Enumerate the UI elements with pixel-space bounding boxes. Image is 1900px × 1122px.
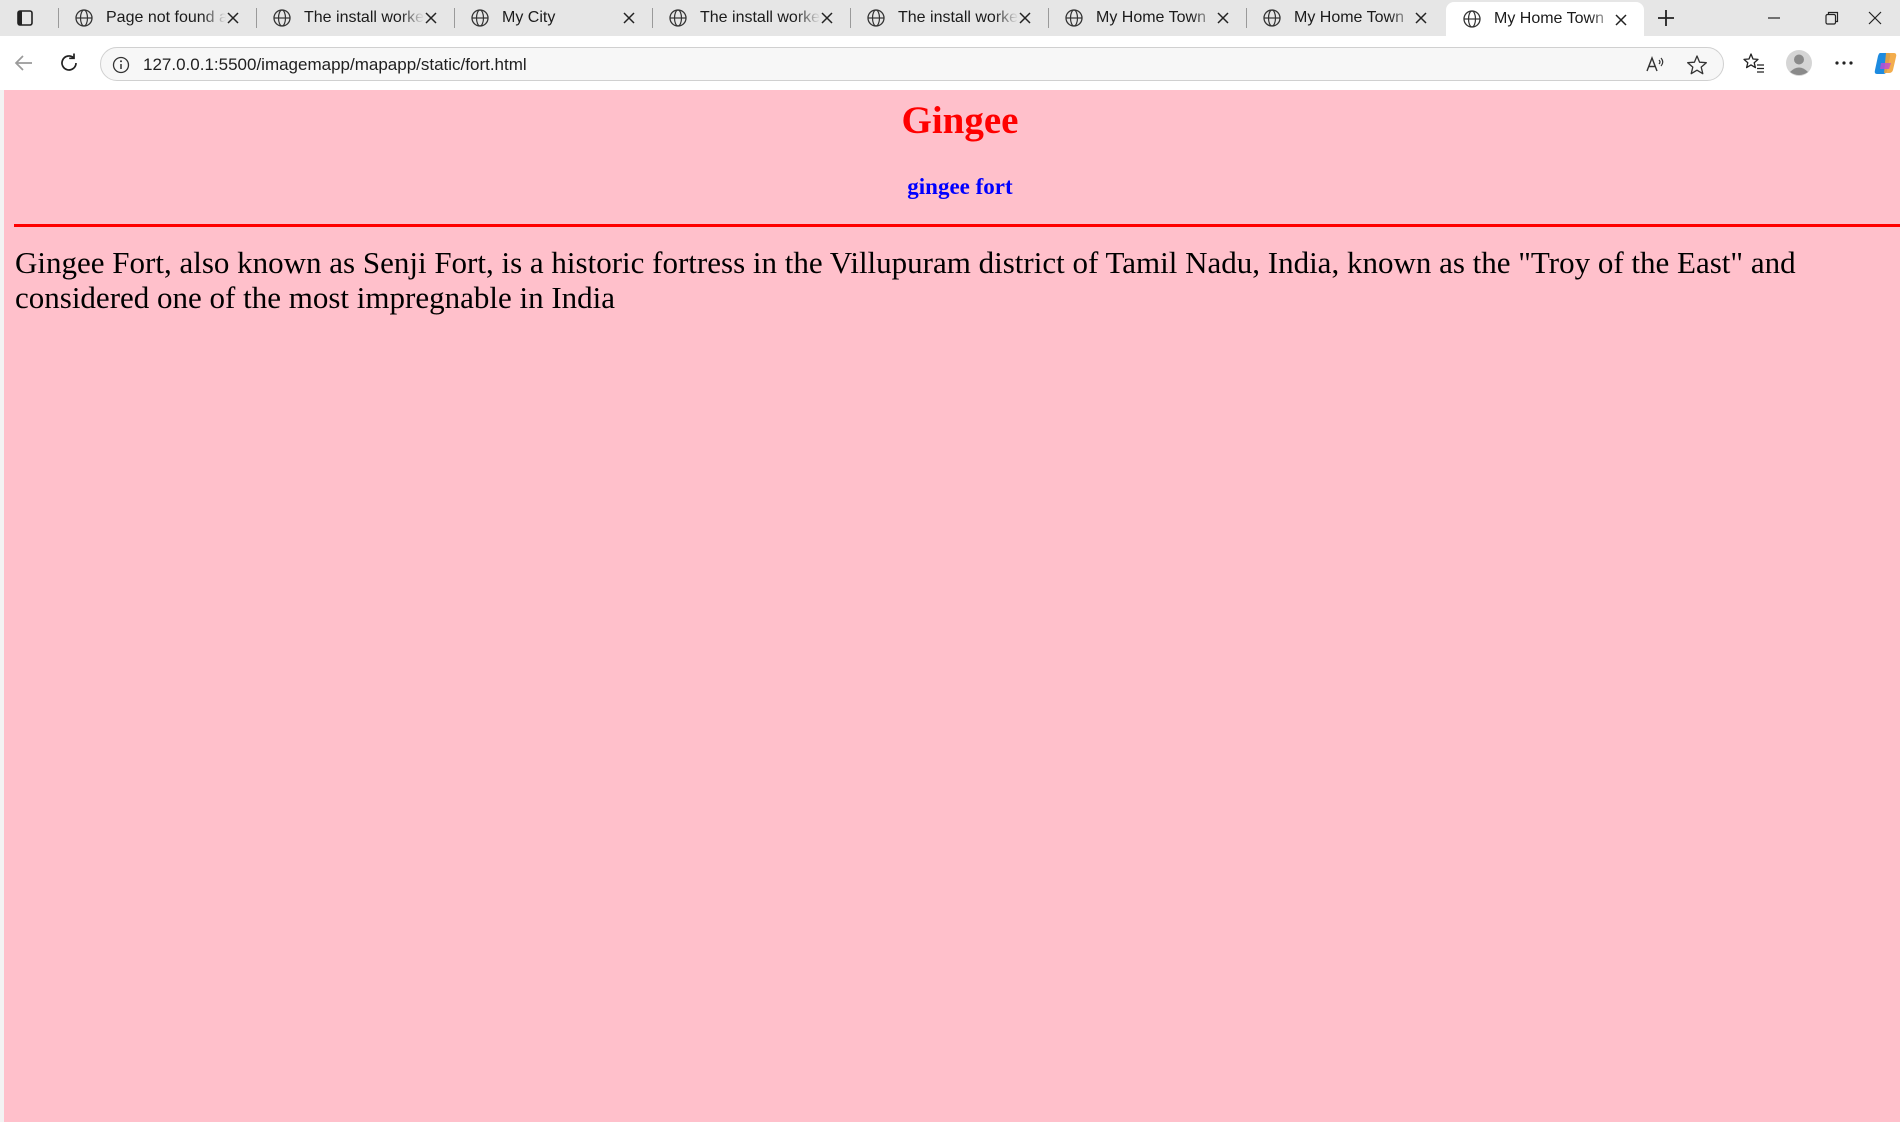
tab-title: My City xyxy=(502,9,556,26)
tab[interactable]: My Home Town xyxy=(1246,0,1444,36)
profile-icon[interactable] xyxy=(1783,47,1815,79)
globe-icon xyxy=(1065,9,1083,27)
minimize-icon[interactable] xyxy=(1745,0,1803,36)
new-tab-icon[interactable] xyxy=(1652,5,1680,31)
close-icon[interactable] xyxy=(1214,9,1232,27)
tab[interactable]: The install worked xyxy=(256,0,454,36)
globe-icon xyxy=(669,9,687,27)
tab[interactable]: The install worked xyxy=(850,0,1048,36)
page-subheading: gingee fort xyxy=(907,174,1013,199)
tab-separator xyxy=(58,8,59,28)
globe-icon xyxy=(1263,9,1281,27)
close-icon[interactable] xyxy=(1612,11,1630,29)
tab-title: My Home Town xyxy=(1096,9,1206,26)
tab-actions-icon[interactable] xyxy=(10,7,40,29)
window-close-icon[interactable] xyxy=(1850,0,1900,36)
globe-icon xyxy=(1463,10,1481,28)
more-icon[interactable] xyxy=(1828,47,1860,79)
tab-separator xyxy=(1048,8,1049,28)
tab[interactable]: My Home Town xyxy=(1048,0,1246,36)
close-icon[interactable] xyxy=(620,9,638,27)
copilot-icon[interactable] xyxy=(1872,47,1900,79)
site-info-icon[interactable] xyxy=(111,55,131,75)
address-bar[interactable]: 127.0.0.1:5500/imagemapp/mapapp/static/f… xyxy=(100,47,1724,81)
close-icon[interactable] xyxy=(422,9,440,27)
horizontal-rule xyxy=(14,224,1900,227)
page-viewport: Gingee gingee fort Gingee Fort, also kno… xyxy=(4,90,1900,1122)
tab-title: Page not found at xyxy=(106,9,226,26)
globe-icon xyxy=(867,9,885,27)
page-paragraph: Gingee Fort, also known as Senji Fort, i… xyxy=(15,245,1796,315)
close-icon[interactable] xyxy=(1016,9,1034,27)
page-heading: Gingee xyxy=(901,99,1019,142)
favorites-icon[interactable] xyxy=(1738,47,1770,79)
browser-toolbar: 127.0.0.1:5500/imagemapp/mapapp/static/f… xyxy=(0,36,1900,90)
tab-strip: Page not found at The install worked My … xyxy=(0,0,1900,36)
tab-title: The install worked xyxy=(700,9,820,26)
tab-separator xyxy=(850,8,851,28)
read-aloud-icon[interactable] xyxy=(1643,53,1667,77)
close-icon[interactable] xyxy=(224,9,242,27)
tab[interactable]: The install worked xyxy=(652,0,850,36)
back-icon[interactable] xyxy=(8,47,40,79)
url-text[interactable]: 127.0.0.1:5500/imagemapp/mapapp/static/f… xyxy=(143,55,527,75)
tab-active[interactable]: My Home Town xyxy=(1446,2,1644,36)
globe-icon xyxy=(471,9,489,27)
tab-title: My Home Town xyxy=(1294,9,1404,26)
tab-separator xyxy=(256,8,257,28)
tab[interactable]: Page not found at xyxy=(58,0,256,36)
tab-title: The install worked xyxy=(304,9,424,26)
tab-separator xyxy=(652,8,653,28)
refresh-icon[interactable] xyxy=(53,47,85,79)
close-icon[interactable] xyxy=(818,9,836,27)
close-icon[interactable] xyxy=(1412,9,1430,27)
tab-title: My Home Town xyxy=(1494,10,1604,27)
tab-title: The install worked xyxy=(898,9,1018,26)
tab-separator xyxy=(1246,8,1247,28)
favorite-star-icon[interactable] xyxy=(1685,53,1709,77)
tab[interactable]: My City xyxy=(454,0,652,36)
globe-icon xyxy=(75,9,93,27)
tab-separator xyxy=(454,8,455,28)
globe-icon xyxy=(273,9,291,27)
